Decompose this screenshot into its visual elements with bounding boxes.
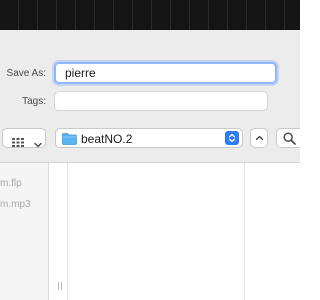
browser-column-1[interactable]: m.flp m.mp3	[0, 163, 49, 300]
browser-column-4[interactable]	[245, 163, 300, 300]
tags-field[interactable]	[54, 91, 268, 111]
browser-column-3[interactable]	[68, 163, 245, 300]
save-as-label: Save As:	[6, 68, 46, 79]
file-item[interactable]: m.flp	[0, 178, 22, 189]
save-as-field[interactable]: pierre	[54, 62, 277, 84]
folder-icon	[62, 132, 77, 150]
icon-grid-icon	[12, 134, 24, 152]
browser-column-2[interactable]	[49, 163, 68, 300]
screen: Save As: pierre Tags: beatNO.2 m.flp m.m…	[0, 0, 300, 300]
current-folder-name: beatNO.2	[81, 132, 133, 146]
tags-label: Tags:	[22, 96, 46, 107]
chevron-down-icon	[34, 135, 42, 153]
search-button[interactable]	[276, 128, 300, 148]
column-resize-handle[interactable]	[58, 282, 64, 290]
expand-collapse-button[interactable]	[250, 128, 268, 148]
view-mode-button[interactable]	[2, 128, 46, 148]
save-dialog: Save As: pierre Tags: beatNO.2 m.flp m.m…	[0, 30, 300, 300]
background-app-strip	[0, 0, 300, 30]
file-item[interactable]: m.mp3	[0, 199, 31, 210]
up-down-chevron-icon	[225, 131, 239, 145]
save-form: Save As: pierre Tags:	[0, 30, 300, 119]
file-browser: m.flp m.mp3	[0, 163, 300, 300]
search-icon	[283, 132, 296, 145]
navigation-toolbar: beatNO.2	[0, 118, 300, 163]
location-popup[interactable]: beatNO.2	[55, 128, 243, 148]
chevron-up-icon	[255, 135, 264, 141]
